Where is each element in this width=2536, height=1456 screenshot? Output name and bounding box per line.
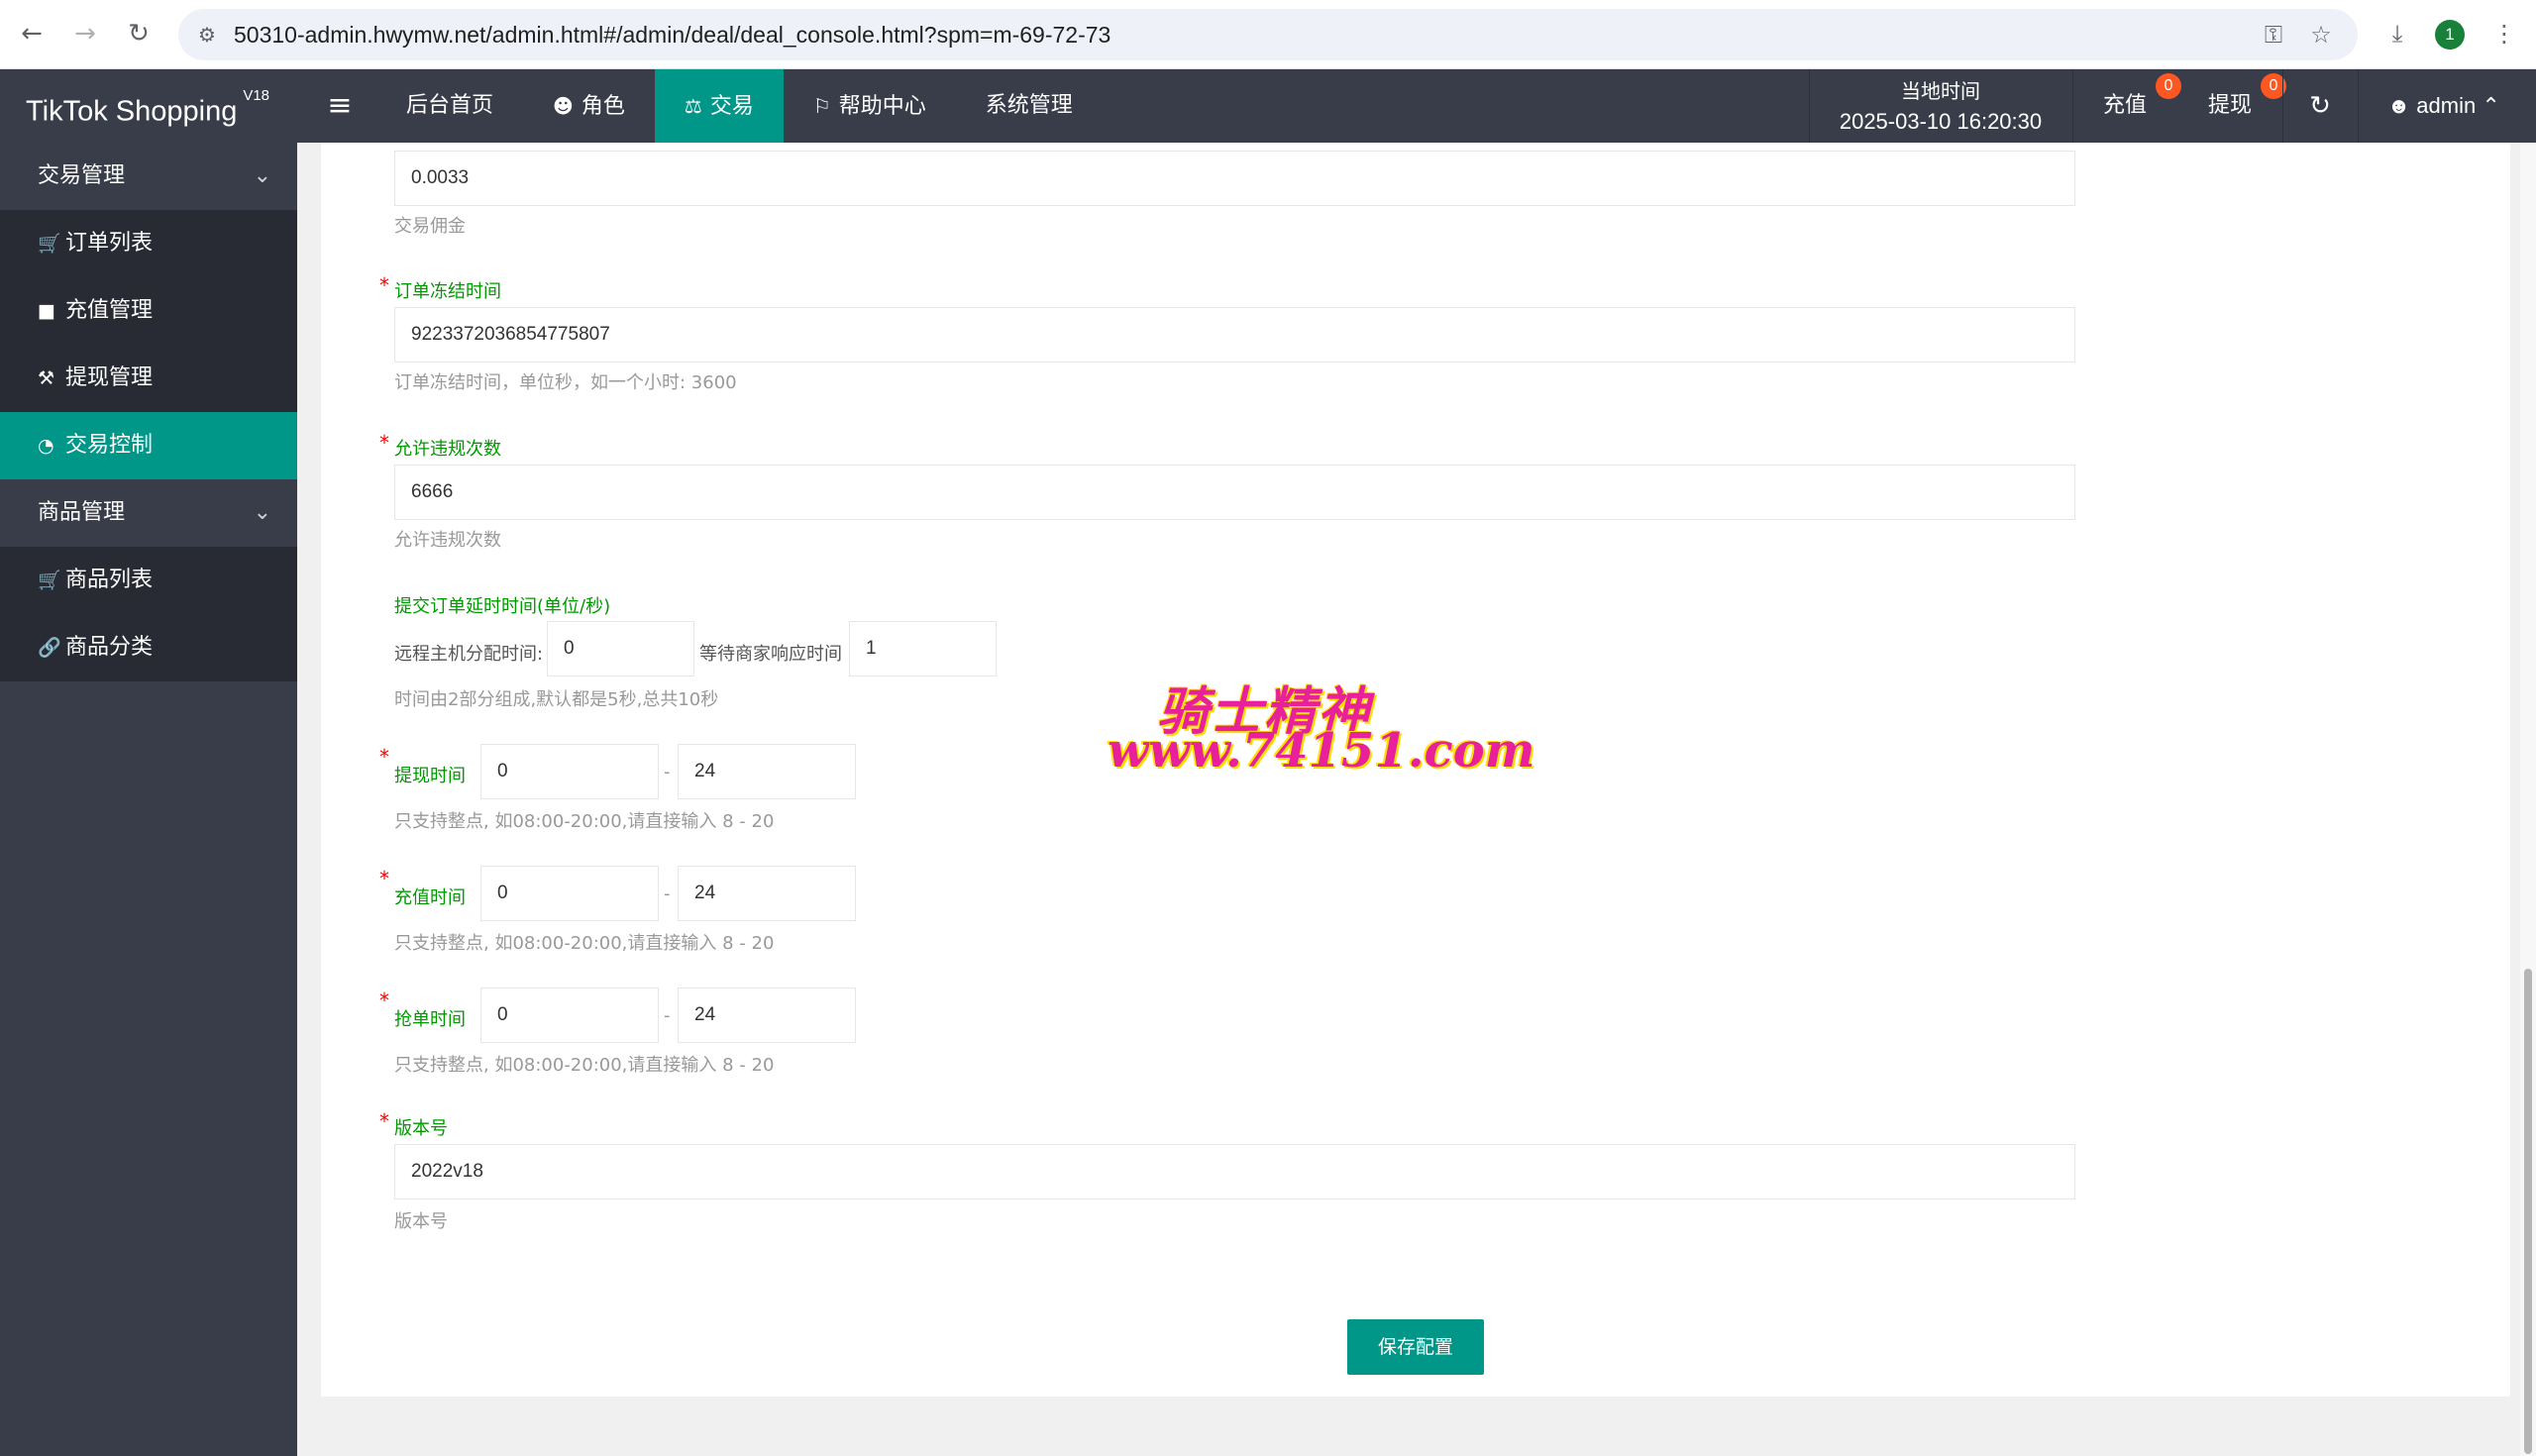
- withdraw-time-to-input[interactable]: 24: [678, 744, 856, 799]
- withdraw-time-from-input[interactable]: 0: [480, 744, 659, 799]
- required-mark: *: [379, 745, 389, 769]
- sidebar-item-goods-list[interactable]: 🛒 商品列表: [0, 547, 297, 614]
- violations-hint: 允许违规次数: [394, 530, 501, 551]
- password-key-icon[interactable]: ⚿: [2259, 20, 2288, 50]
- version-input[interactable]: 2022v18: [394, 1144, 2075, 1199]
- back-icon[interactable]: ←: [12, 14, 52, 53]
- app-logo: TikTok ShoppingV18: [26, 87, 270, 128]
- refresh-icon[interactable]: ↻: [2288, 69, 2352, 143]
- chevron-down-icon: ⌄: [253, 163, 271, 188]
- grab-time-label: 抢单时间: [394, 1009, 466, 1030]
- version-hint: 版本号: [394, 1211, 448, 1232]
- scale-icon: ⚖: [684, 94, 702, 118]
- merchant-response-input[interactable]: 1: [849, 621, 997, 676]
- gavel-icon: ⚒: [38, 367, 55, 389]
- scrollbar-thumb[interactable]: [2524, 969, 2532, 1454]
- sidebar-item-goods-category[interactable]: 🔗 商品分类: [0, 614, 297, 681]
- more-menu-icon[interactable]: ⋮: [2484, 14, 2524, 53]
- required-mark: *: [379, 867, 389, 890]
- site-settings-icon[interactable]: ⚙: [192, 20, 222, 50]
- recharge-time-to-input[interactable]: 24: [678, 866, 856, 921]
- browser-toolbar: ← → ↻ ⚙ 50310-admin.hwymw.net/admin.html…: [0, 0, 2536, 69]
- version-label: 版本号: [394, 1118, 448, 1139]
- cart-icon: 🛒: [38, 233, 61, 255]
- reload-icon[interactable]: ↻: [119, 14, 158, 53]
- recharge-time-hint: 只支持整点, 如08:00-20:00,请直接输入 8 - 20: [394, 933, 775, 954]
- submit-delay-hint: 时间由2部分组成,默认都是5秒,总共10秒: [394, 689, 719, 710]
- save-config-button[interactable]: 保存配置: [1347, 1319, 1484, 1375]
- submit-delay-label: 提交订单延时时间(单位/秒): [394, 596, 611, 617]
- merchant-response-label: 等待商家响应时间: [699, 644, 842, 665]
- required-mark: *: [379, 273, 389, 297]
- required-mark: *: [379, 988, 389, 1012]
- withdraw-time-label: 提现时间: [394, 766, 466, 786]
- sidebar: 交易管理 ⌄ 🛒 订单列表 ■ 充值管理 ⚒ 提现管理 ◔ 交易控制 商品管理 ⌄ 🛒 商…: [0, 143, 297, 1456]
- flag-icon: ⚐: [812, 94, 831, 118]
- sidebar-group-goods[interactable]: 商品管理 ⌄: [0, 479, 297, 547]
- local-time: 当地时间 2025-03-10 16:20:30: [1809, 69, 2072, 143]
- link-icon: 🔗: [38, 637, 61, 659]
- freeze-time-input[interactable]: 9223372036854775807: [394, 307, 2075, 363]
- recharge-time-from-input[interactable]: 0: [480, 866, 659, 921]
- violations-input[interactable]: 6666: [394, 465, 2075, 520]
- withdraw-time-hint: 只支持整点, 如08:00-20:00,请直接输入 8 - 20: [394, 811, 775, 832]
- chevron-down-icon: ⌄: [253, 500, 271, 525]
- sidebar-item-order-list[interactable]: 🛒 订单列表: [0, 210, 297, 277]
- grab-time-hint: 只支持整点, 如08:00-20:00,请直接输入 8 - 20: [394, 1055, 775, 1076]
- nav-role[interactable]: ☻ 角色: [523, 69, 655, 143]
- sidebar-item-recharge[interactable]: ■ 充值管理: [0, 277, 297, 345]
- user-icon: ☻: [553, 94, 574, 118]
- menu-toggle-icon[interactable]: ≡: [315, 69, 365, 143]
- chevron-up-icon: ⌃: [2482, 93, 2500, 118]
- forward-icon[interactable]: →: [65, 14, 105, 53]
- range-separator: -: [664, 762, 671, 782]
- remote-host-input[interactable]: 0: [547, 621, 694, 676]
- nav-deal[interactable]: ⚖ 交易: [654, 69, 784, 143]
- range-separator: -: [664, 1005, 671, 1026]
- grab-time-from-input[interactable]: 0: [480, 988, 659, 1043]
- sidebar-group-deal[interactable]: 交易管理 ⌄: [0, 143, 297, 210]
- local-time-label: 当地时间: [1901, 79, 1980, 103]
- commission-input[interactable]: 0.0033: [394, 151, 2075, 206]
- freeze-time-label: 订单冻结时间: [394, 281, 501, 302]
- sidebar-item-deal-control[interactable]: ◔ 交易控制: [0, 412, 297, 479]
- address-bar[interactable]: ⚙ 50310-admin.hwymw.net/admin.html#/admi…: [178, 9, 2358, 60]
- cart-icon: 🛒: [38, 570, 61, 591]
- required-mark: *: [379, 431, 389, 455]
- range-separator: -: [664, 884, 671, 904]
- dashboard-icon: ◔: [38, 435, 54, 457]
- commission-hint: 交易佣金: [394, 216, 466, 237]
- watermark-url: www.74151.com: [1108, 723, 1535, 779]
- remote-host-label: 远程主机分配时间:: [394, 644, 544, 665]
- freeze-time-hint: 订单冻结时间，单位秒，如一个小时: 3600: [394, 372, 737, 393]
- recharge-time-label: 充值时间: [394, 887, 466, 908]
- required-mark: *: [379, 1109, 389, 1133]
- profile-avatar[interactable]: 1: [2435, 20, 2465, 50]
- violations-label: 允许违规次数: [394, 439, 501, 460]
- user-name: admin: [2416, 93, 2477, 118]
- app-header: TikTok ShoppingV18 ≡ 后台首页 ☻ 角色 ⚖ 交易 ⚐ 帮助中心 …: [0, 69, 2536, 143]
- url-text[interactable]: 50310-admin.hwymw.net/admin.html#/admin/…: [234, 9, 1110, 60]
- bookmark-star-icon[interactable]: ☆: [2306, 20, 2336, 50]
- user-menu[interactable]: ☻ admin ⌃: [2387, 69, 2500, 143]
- nav-home[interactable]: 后台首页: [376, 69, 523, 143]
- nav-help[interactable]: ⚐ 帮助中心: [784, 69, 956, 143]
- grab-time-to-input[interactable]: 24: [678, 988, 856, 1043]
- user-icon: ☻: [2387, 93, 2411, 118]
- top-nav: 后台首页 ☻ 角色 ⚖ 交易 ⚐ 帮助中心 系统管理: [376, 69, 1103, 143]
- local-time-value: 2025-03-10 16:20:30: [1839, 109, 2043, 134]
- sidebar-item-withdraw[interactable]: ⚒ 提现管理: [0, 345, 297, 412]
- download-icon[interactable]: ⤓: [2378, 14, 2417, 53]
- chat-icon: ■: [38, 300, 55, 322]
- nav-system[interactable]: 系统管理: [956, 69, 1103, 143]
